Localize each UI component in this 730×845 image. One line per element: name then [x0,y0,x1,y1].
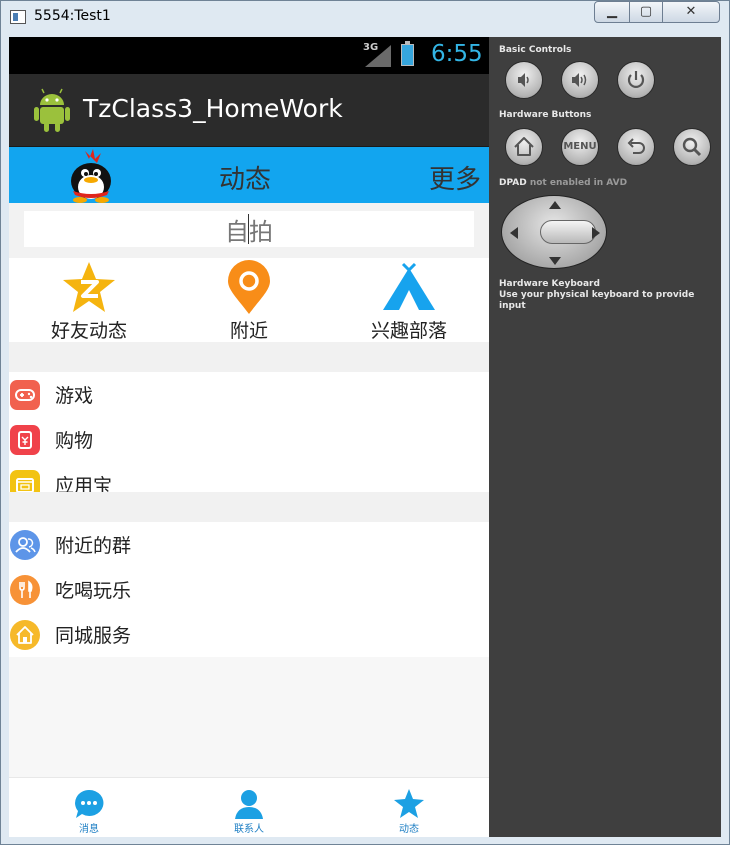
gamepad-icon [10,380,40,410]
emulator-controls-panel: Basic Controls Hardware Buttons MENU DPA… [489,37,721,837]
volume-down-icon [518,73,529,87]
dpad-note: not enabled in AVD [529,178,628,188]
network-type: 3G [363,42,379,53]
top-tab-bar: 动态 更多 [9,147,489,203]
search-input[interactable] [24,211,474,247]
section-divider [9,492,489,522]
volume-up-button[interactable] [561,61,599,99]
volume-up-icon [572,73,587,87]
bottom-tab-label: 动态 [399,824,419,835]
list-item-label: 吃喝玩乐 [55,580,132,602]
bottom-tab-label: 联系人 [234,824,264,835]
dpad-label: DPAD [499,178,527,188]
category-label: 好友动态 [50,320,127,342]
tab-dynamic[interactable]: 动态 [219,159,271,196]
dpad-heading: DPAD not enabled in AVD [499,178,627,188]
window-title: 5554:Test1 [34,8,111,24]
dpad[interactable] [501,195,607,269]
app-title: TzClass3_HomeWork [83,94,343,123]
category-label: 兴趣部落 [370,320,447,342]
list-item-food-fun[interactable]: 吃喝玩乐 [9,567,489,612]
star-z-icon [63,262,115,312]
list-item-games[interactable]: 游戏 [9,372,489,417]
list-item-label: 购物 [55,430,94,452]
location-pin-icon [228,260,270,314]
section-divider [9,342,489,372]
category-interest-tribe[interactable]: 兴趣部落 [329,258,489,342]
bottom-tab-dynamic[interactable]: 动态 [329,778,489,837]
power-icon [627,71,645,88]
hardware-buttons-heading: Hardware Buttons [499,110,592,120]
keyboard-note: Use your physical keyboard to provide in… [499,290,695,311]
window-buttons: ▁ ▢ ✕ [594,1,722,23]
fork-knife-icon [10,575,40,605]
bottom-tab-messages[interactable]: 消息 [9,778,169,837]
bottom-tab-contacts[interactable]: 联系人 [169,778,329,837]
home-icon [10,620,40,650]
status-time: 6:55 [431,41,483,67]
menu-button[interactable]: MENU [561,128,599,166]
contact-person-icon [235,790,263,819]
shopping-bag-icon [10,425,40,455]
close-button[interactable]: ✕ [662,1,720,23]
back-arrow-icon [627,138,645,154]
android-icon [34,88,70,132]
volume-down-button[interactable] [505,61,543,99]
window-app-icon [10,10,26,24]
list-item-shopping[interactable]: 购物 [9,417,489,462]
hardware-keyboard-info: Hardware Keyboard Use your physical keyb… [499,279,721,312]
chat-bubble-icon [75,789,104,818]
window-titlebar: 5554:Test1 ▁ ▢ ✕ [0,0,730,36]
category-nearby[interactable]: 附近 [169,258,329,342]
back-button[interactable] [617,128,655,166]
category-friends-feed[interactable]: 好友动态 [9,258,169,342]
phone-screen: 3G 6:55 TzClass3_HomeWork 动态 更多 自拍 好友动态 … [9,37,489,837]
star-icon [394,789,424,818]
group-icon [10,530,40,560]
bottom-tab-label: 消息 [79,824,99,835]
tab-more[interactable]: 更多 [429,159,481,196]
list-item-label: 附近的群 [55,535,132,557]
qq-penguin-icon[interactable] [63,147,119,203]
home-icon [514,137,534,156]
list-item-local-services[interactable]: 同城服务 [9,612,489,657]
home-button[interactable] [505,128,543,166]
tent-icon [383,262,435,310]
list-item-label: 同城服务 [55,625,132,647]
dpad-arrows-icon [510,201,600,265]
search-icon [682,137,702,157]
basic-controls-heading: Basic Controls [499,45,572,55]
action-bar: TzClass3_HomeWork [9,74,489,148]
keyboard-title: Hardware Keyboard [499,279,600,289]
category-label: 附近 [229,320,268,342]
power-button[interactable] [617,61,655,99]
status-bar: 3G 6:55 [9,37,489,74]
maximize-button[interactable]: ▢ [629,1,663,23]
battery-icon [401,41,414,66]
bottom-tab-bar: 消息 联系人 动态 [9,777,489,837]
minimize-button[interactable]: ▁ [594,1,630,23]
text-cursor [248,214,249,244]
list-item-label: 游戏 [55,385,94,407]
search-button[interactable] [673,128,711,166]
list-item-nearby-groups[interactable]: 附近的群 [9,522,489,567]
